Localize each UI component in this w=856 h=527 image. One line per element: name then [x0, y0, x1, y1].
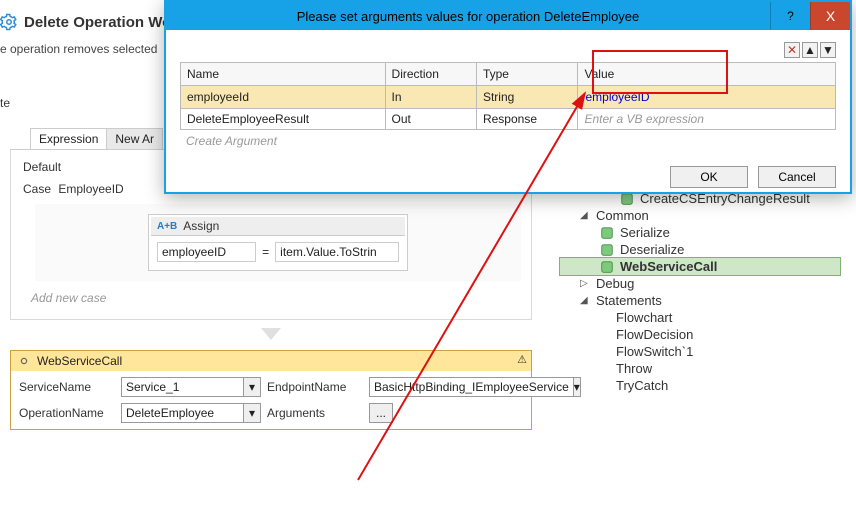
help-button[interactable]: ? [770, 2, 810, 30]
move-up-icon[interactable]: ▲ [802, 42, 818, 58]
tree-node-label: Common [596, 208, 649, 223]
chevron-right-icon: ▷ [580, 278, 590, 289]
case-value: EmployeeID [58, 182, 123, 196]
tree-node-label: Serialize [620, 225, 670, 240]
webservicecall-activity[interactable]: WebServiceCall ⚠ ServiceName Service_1 ▾… [10, 350, 532, 430]
tree-node-label: Throw [616, 361, 652, 376]
assign-icon: A+B [157, 221, 177, 232]
tree-node-label: Debug [596, 276, 634, 291]
tree-node[interactable]: ▷ Debug [560, 275, 840, 292]
tree-node[interactable]: Serialize [560, 224, 840, 241]
gear-icon [0, 13, 18, 31]
value-input[interactable] [584, 89, 829, 105]
designer-title: Delete Operation Wo [24, 14, 171, 31]
value-placeholder[interactable]: Enter a VB expression [584, 112, 703, 126]
dropdown-icon[interactable]: ▾ [243, 403, 261, 423]
assign-title: Assign [183, 219, 219, 233]
tab-new-argument[interactable]: New Ar [106, 128, 163, 149]
operationname-combo[interactable]: DeleteEmployee ▾ [121, 403, 261, 423]
tree-node-label: Deserialize [620, 242, 684, 257]
delete-text-fragment: te [0, 96, 10, 110]
servicename-label: ServiceName [17, 378, 117, 396]
col-name[interactable]: Name [181, 63, 386, 86]
equals-label: = [262, 245, 269, 259]
tree-node-label: TryCatch [616, 378, 668, 393]
arguments-label: Arguments [265, 404, 365, 422]
chevron-down-icon: ◢ [580, 295, 590, 306]
dropdown-icon[interactable]: ▾ [243, 377, 261, 397]
flow-arrow-icon [259, 326, 283, 344]
assign-left-field[interactable]: employeeID [157, 242, 256, 262]
endpointname-combo[interactable]: BasicHttpBinding_IEmployeeService ▾ [369, 377, 569, 397]
chevron-down-icon: ◢ [580, 210, 590, 221]
table-row[interactable]: DeleteEmployeeResultOutResponseEnter a V… [181, 109, 836, 130]
designer-subtitle: e operation removes selected [0, 42, 157, 56]
cancel-button[interactable]: Cancel [758, 166, 836, 188]
gear-icon [600, 260, 614, 274]
tree-node[interactable]: TryCatch [560, 377, 840, 394]
arguments-button[interactable]: ... [369, 403, 393, 423]
move-down-icon[interactable]: ▼ [820, 42, 836, 58]
deserialize-icon [600, 243, 614, 257]
ok-button[interactable]: OK [670, 166, 748, 188]
arguments-table: Name Direction Type Value employeeIdInSt… [180, 62, 836, 130]
create-argument-link[interactable]: Create Argument [180, 130, 836, 152]
wsc-title: WebServiceCall [37, 354, 122, 368]
servicename-combo[interactable]: Service_1 ▾ [121, 377, 261, 397]
serialize-icon [600, 226, 614, 240]
dialog-title: Please set arguments values for operatio… [166, 9, 770, 24]
tab-expression[interactable]: Expression [30, 128, 107, 149]
tree-node[interactable]: ◢ Common [560, 207, 840, 224]
col-value[interactable]: Value [578, 63, 836, 86]
tree-node[interactable]: Deserialize [560, 241, 840, 258]
tree-node[interactable]: FlowDecision [560, 326, 840, 343]
tree-node-label: FlowDecision [616, 327, 693, 342]
tree-node-label: Flowchart [616, 310, 672, 325]
arguments-dialog: Please set arguments values for operatio… [164, 0, 852, 194]
operationname-value: DeleteEmployee [121, 403, 243, 423]
operationname-label: OperationName [17, 404, 117, 422]
tree-node-label: WebServiceCall [620, 259, 717, 274]
add-new-case[interactable]: Add new case [21, 285, 521, 311]
col-type[interactable]: Type [476, 63, 578, 86]
tree-node[interactable]: FlowSwitch`1 [560, 343, 840, 360]
col-direction[interactable]: Direction [385, 63, 476, 86]
tree-node[interactable]: WebServiceCall [560, 258, 840, 275]
table-row[interactable]: employeeIdInString [181, 86, 836, 109]
assign-right-field[interactable]: item.Value.ToStrin [275, 242, 399, 262]
assign-activity[interactable]: A+B Assign employeeID = item.Value.ToStr… [148, 214, 408, 271]
tree-node-label: FlowSwitch`1 [616, 344, 693, 359]
tree-node-label: Statements [596, 293, 662, 308]
servicename-value: Service_1 [121, 377, 243, 397]
endpointname-label: EndpointName [265, 378, 365, 396]
warning-icon: ⚠ [517, 353, 527, 366]
case-label: Case [23, 182, 51, 196]
endpointname-value: BasicHttpBinding_IEmployeeService [369, 377, 573, 397]
tree-node[interactable]: Flowchart [560, 309, 840, 326]
toolbox-tree: CreateCSEntryChangeResult◢CommonSerializ… [560, 190, 840, 394]
close-button[interactable]: X [810, 2, 850, 30]
tree-node[interactable]: Throw [560, 360, 840, 377]
tree-node[interactable]: ◢ Statements [560, 292, 840, 309]
delete-row-icon[interactable]: ✕ [784, 42, 800, 58]
gear-icon [17, 354, 31, 368]
